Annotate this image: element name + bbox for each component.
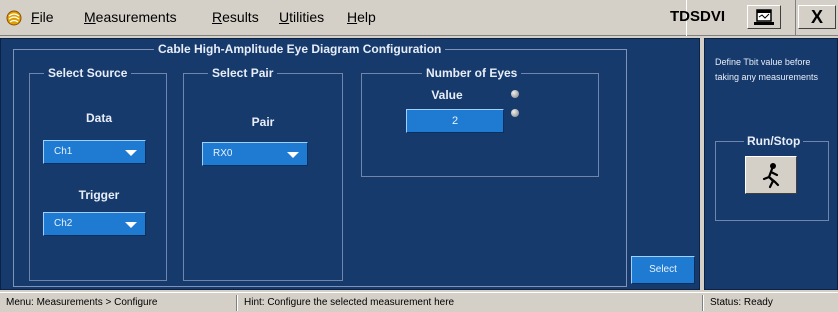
- number-of-eyes-title: Number of Eyes: [422, 66, 522, 80]
- run-stop-icon: [762, 163, 780, 189]
- close-icon: X: [810, 7, 823, 27]
- chevron-down-icon: [125, 222, 137, 228]
- status-bar: Menu: Measurements > Configure Hint: Con…: [0, 292, 838, 312]
- run-stop-button[interactable]: [745, 156, 797, 194]
- select-pair-group: Select Pair: [183, 66, 343, 281]
- data-label: Data: [85, 111, 112, 125]
- menu-measurements[interactable]: Measurements: [84, 9, 177, 25]
- tbit-hint-text: Define Tbit value before taking any meas…: [715, 57, 819, 82]
- menu-bar: File Measurements Results Utilities Help…: [0, 0, 838, 36]
- main-panel: Cable High-Amplitude Eye Diagram Configu…: [0, 38, 700, 290]
- select-source-group: Select Source: [29, 66, 167, 281]
- chevron-down-icon: [287, 152, 299, 158]
- menu-results[interactable]: Results: [212, 9, 259, 25]
- minimize-button[interactable]: [747, 5, 781, 29]
- data-source-dropdown[interactable]: Ch1: [43, 140, 146, 164]
- eyes-value-label: Value: [431, 88, 463, 102]
- menu-utilities[interactable]: Utilities: [279, 9, 324, 25]
- pair-label: Pair: [251, 115, 275, 129]
- run-stop-group: Run/Stop: [715, 134, 829, 221]
- select-source-title: Select Source: [44, 66, 132, 80]
- increment-button[interactable]: [511, 90, 519, 98]
- decrement-button[interactable]: [511, 109, 519, 117]
- trigger-source-dropdown[interactable]: Ch2: [43, 212, 146, 236]
- pair-value: RX0: [213, 148, 233, 159]
- app-icon: [6, 10, 22, 26]
- status-separator: [236, 295, 238, 311]
- config-title: Cable High-Amplitude Eye Diagram Configu…: [154, 42, 446, 56]
- ready-status: Status: Ready: [710, 297, 773, 308]
- eyes-value-input[interactable]: 2: [406, 109, 504, 133]
- run-stop-title: Run/Stop: [744, 134, 804, 148]
- right-panel: Define Tbit value before taking any meas…: [704, 38, 838, 290]
- menu-file[interactable]: File: [31, 9, 54, 25]
- select-pair-title: Select Pair: [208, 66, 278, 80]
- menu-path-status: Menu: Measurements > Configure: [6, 297, 158, 308]
- minimize-icon: [754, 9, 774, 25]
- close-button[interactable]: X: [798, 5, 836, 29]
- data-source-value: Ch1: [54, 146, 73, 157]
- select-button[interactable]: Select: [631, 256, 695, 284]
- menu-help[interactable]: Help: [347, 9, 376, 25]
- trigger-label: Trigger: [78, 188, 120, 202]
- hint-status: Hint: Configure the selected measurement…: [244, 297, 455, 308]
- status-separator: [702, 295, 704, 311]
- pair-dropdown[interactable]: RX0: [202, 142, 308, 166]
- trigger-source-value: Ch2: [54, 218, 73, 229]
- chevron-down-icon: [125, 150, 137, 156]
